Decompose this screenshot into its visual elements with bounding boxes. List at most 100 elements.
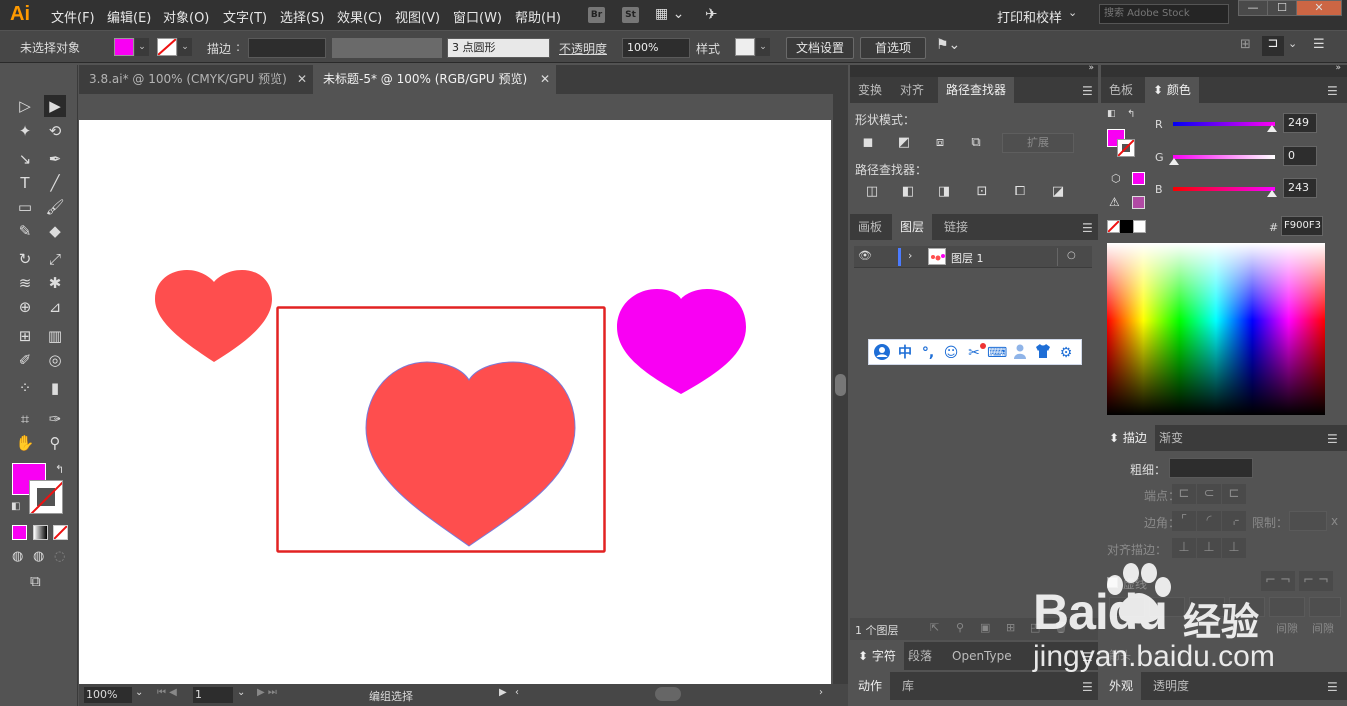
mesh-tool-icon[interactable]: ⊞ xyxy=(14,325,36,347)
collapse-icon[interactable]: » xyxy=(1088,63,1094,73)
gamut-warning-icon[interactable]: ⚠ xyxy=(1109,195,1120,209)
tab-appearance[interactable]: 外观 xyxy=(1101,672,1142,700)
crop-icon[interactable]: ⊡ xyxy=(970,182,994,202)
curvature-tool-icon[interactable]: ↘ xyxy=(14,148,36,170)
pen-tool-icon[interactable]: ✒ xyxy=(44,148,66,170)
artboard-tool-icon[interactable]: ⌗ xyxy=(14,408,36,430)
collapse-icon[interactable]: » xyxy=(1335,63,1341,73)
expand-button[interactable]: 扩展 xyxy=(1002,133,1074,153)
artboard-dropdown-icon[interactable]: ⌄ xyxy=(237,687,245,698)
outline-icon[interactable]: ⧠ xyxy=(1008,182,1032,202)
menu-type[interactable]: 文字(T) xyxy=(223,7,267,26)
hex-value-field[interactable]: F900F3 xyxy=(1281,216,1323,236)
expand-layer-chevron-icon[interactable]: › xyxy=(908,249,912,262)
shape-builder-tool-icon[interactable]: ⊕ xyxy=(14,296,36,318)
stroke-swatch[interactable] xyxy=(157,38,177,56)
opacity-field[interactable]: 100% xyxy=(622,38,690,58)
intersect-icon[interactable]: ⧈ xyxy=(928,133,952,153)
butt-cap-icon[interactable]: ⊏ xyxy=(1172,484,1196,504)
next-artboard-icon[interactable]: ▶ ⏭ xyxy=(257,687,277,698)
none-mode-icon[interactable] xyxy=(53,525,68,540)
ime-keyboard-icon[interactable]: ⌨ xyxy=(987,343,1007,363)
stroke-color-chip[interactable] xyxy=(1117,139,1135,157)
tab-align[interactable]: 对齐 xyxy=(892,77,932,103)
tab-character[interactable]: ⬍ 字符 xyxy=(850,642,904,670)
transform-icon[interactable]: ⊐ xyxy=(1262,36,1284,56)
tab-paragraph[interactable]: 段落 xyxy=(900,642,940,670)
gradient-tool-icon[interactable]: ▥ xyxy=(44,325,66,347)
tab-gradient[interactable]: 渐变 xyxy=(1151,425,1191,451)
default-fill-stroke-icon[interactable]: ◧ xyxy=(1107,109,1116,119)
variable-width-profile[interactable] xyxy=(332,38,442,58)
artboard-number-field[interactable]: 1 xyxy=(193,687,233,703)
web-safe-color-chip[interactable] xyxy=(1132,172,1145,185)
black-swatch[interactable] xyxy=(1120,220,1133,233)
g-slider-thumb[interactable] xyxy=(1169,158,1179,165)
out-of-web-cube-icon[interactable]: ⬡ xyxy=(1111,172,1121,185)
tab-artboards[interactable]: 画板 xyxy=(850,214,890,240)
fill-dropdown-icon[interactable]: ⌄ xyxy=(135,38,149,56)
exclude-icon[interactable]: ⧉ xyxy=(964,133,988,153)
first-artboard-icon[interactable]: ⏮ ◀ xyxy=(157,687,177,698)
visibility-eye-icon[interactable]: 👁 xyxy=(858,249,872,262)
ime-person-icon[interactable] xyxy=(1010,343,1030,363)
maximize-button[interactable]: ☐ xyxy=(1267,0,1297,16)
selection-tool-icon[interactable]: ▷ xyxy=(14,95,36,117)
default-colors-icon[interactable]: ◧ xyxy=(11,501,20,512)
transform-chevron-icon[interactable]: ⌄ xyxy=(1288,37,1297,50)
panel-collapse-bar[interactable]: » xyxy=(1101,63,1347,77)
g-value-field[interactable]: 0 xyxy=(1283,146,1317,166)
puppet-warp-tool-icon[interactable]: ✱ xyxy=(44,272,66,294)
tab-libraries[interactable]: 库 xyxy=(894,672,922,700)
panel-menu-icon[interactable]: ☰ xyxy=(1082,84,1093,98)
align-outside-icon[interactable]: ⊥ xyxy=(1222,538,1246,558)
tab-3-8-ai[interactable]: 3.8.ai* @ 100% (CMYK/GPU 预览) ✕ xyxy=(79,65,313,94)
b-value-field[interactable]: 243 xyxy=(1283,178,1317,198)
panel-menu-icon[interactable]: ☰ xyxy=(1327,84,1338,98)
menu-view[interactable]: 视图(V) xyxy=(395,7,440,26)
document-setup-button[interactable]: 文档设置 xyxy=(786,37,854,59)
menu-effect[interactable]: 效果(C) xyxy=(337,7,382,26)
merge-icon[interactable]: ◨ xyxy=(932,182,956,202)
quick-action-icon[interactable]: ⚑⌄ xyxy=(936,37,960,53)
type-tool-icon[interactable]: T xyxy=(14,172,36,194)
magenta-heart[interactable] xyxy=(617,289,746,394)
stroke-weight-field[interactable] xyxy=(248,38,326,58)
trim-icon[interactable]: ◧ xyxy=(896,182,920,202)
align-inside-icon[interactable]: ⊥ xyxy=(1197,538,1221,558)
close-tab-icon[interactable]: ✕ xyxy=(540,65,550,94)
search-input[interactable]: 搜索 Adobe Stock xyxy=(1099,4,1229,24)
swap-fill-stroke-icon[interactable]: ↰ xyxy=(1127,109,1135,120)
dash-exact-icon[interactable]: ⌐ ¬ xyxy=(1261,571,1295,591)
divide-icon[interactable]: ◫ xyxy=(860,182,884,202)
small-red-heart[interactable] xyxy=(155,270,272,362)
tab-stroke[interactable]: ⬍ 描边 xyxy=(1101,425,1155,451)
bridge-icon[interactable]: Br xyxy=(588,7,605,23)
clipping-mask-icon[interactable]: ▣ xyxy=(980,621,990,634)
ime-skin-icon[interactable] xyxy=(1033,343,1053,363)
swap-colors-icon[interactable]: ↰ xyxy=(55,463,64,476)
panel-menu-icon[interactable]: ☰ xyxy=(1313,37,1325,52)
screen-mode-icon[interactable]: ⧉ xyxy=(30,572,41,590)
status-menu-icon[interactable]: ▶ xyxy=(499,687,507,698)
g-slider-track[interactable] xyxy=(1173,155,1275,159)
close-tab-icon[interactable]: ✕ xyxy=(297,65,307,94)
panel-menu-icon[interactable]: ☰ xyxy=(1327,432,1338,446)
r-value-field[interactable]: 249 xyxy=(1283,113,1317,133)
preferences-button[interactable]: 首选项 xyxy=(860,37,926,59)
align-center-icon[interactable]: ⊥ xyxy=(1172,538,1196,558)
menu-window[interactable]: 窗口(W) xyxy=(453,7,502,26)
brush-definition-field[interactable]: 3 点圆形 xyxy=(447,38,550,58)
panel-menu-icon[interactable]: ☰ xyxy=(1082,680,1093,694)
menu-object[interactable]: 对象(O) xyxy=(163,7,209,26)
minimize-button[interactable]: — xyxy=(1238,0,1268,16)
stock-icon[interactable]: St xyxy=(622,7,639,23)
tab-untitled-5[interactable]: 未标题-5* @ 100% (RGB/GPU 预览) ✕ xyxy=(313,65,556,94)
graph-tool-icon[interactable]: ▮ xyxy=(44,377,66,399)
menu-edit[interactable]: 编辑(E) xyxy=(107,7,151,26)
unite-icon[interactable]: ◼ xyxy=(856,133,880,153)
layer-row[interactable]: 👁 › 图层 1 ○ xyxy=(854,246,1092,268)
tab-layers[interactable]: 图层 xyxy=(892,214,933,240)
rotate-tool-icon[interactable]: ↻ xyxy=(14,248,36,270)
workspace-switcher[interactable]: 打印和校样 xyxy=(997,7,1062,26)
